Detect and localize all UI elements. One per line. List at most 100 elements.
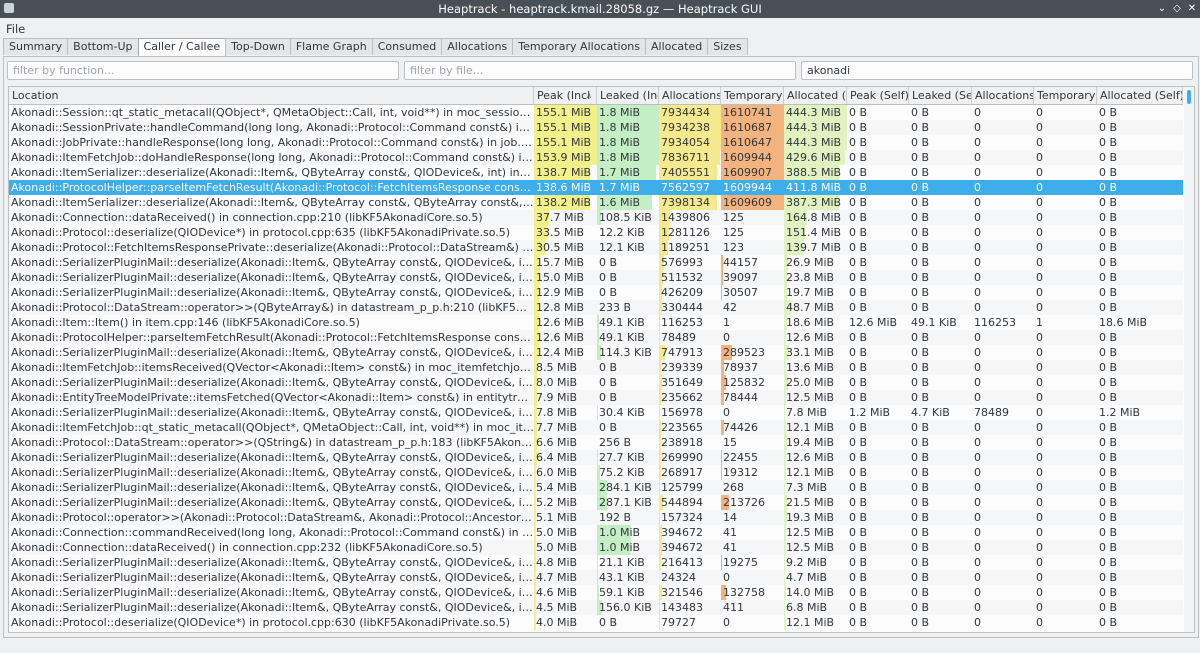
location-cell: Akonadi::ItemFetchJob::itemsReceived(QVe… (11, 361, 534, 374)
table-row[interactable]: Akonadi::Protocol::deserialize(QIODevice… (9, 225, 1183, 240)
tab-temporary-allocations[interactable]: Temporary Allocations (512, 38, 647, 55)
tab-consumed[interactable]: Consumed (371, 38, 443, 55)
caller-callee-table[interactable]: Location Peak (Incl ∧ Leaked (Inc Allocation… (8, 86, 1195, 633)
table-row[interactable]: Akonadi::ItemFetchJob::itemsReceived(QVe… (9, 360, 1183, 375)
value-cell: 0 B (1099, 301, 1118, 314)
value-cell: 0 (974, 526, 981, 539)
table-row[interactable]: Akonadi::SerializerPluginMail::deseriali… (9, 570, 1183, 585)
table-row[interactable]: Akonadi::EntityTreeModelPrivate::itemsFe… (9, 390, 1183, 405)
column-header[interactable]: Leaked (Sel (909, 87, 972, 104)
table-row[interactable]: Akonadi::Protocol::deserialize(QIODevice… (9, 615, 1183, 630)
value-cell: 394672 (659, 525, 721, 540)
table-row[interactable]: Akonadi::ProtocolHelper::parseItemFetchR… (9, 330, 1183, 345)
table-row[interactable]: Akonadi::Protocol::DataStream::operator>… (9, 435, 1183, 450)
tab-caller-callee[interactable]: Caller / Callee (137, 38, 227, 56)
value-cell: 0 (974, 391, 981, 404)
value-cell: 4.5 MiB (534, 600, 597, 615)
tab-bottom-up[interactable]: Bottom-Up (67, 38, 139, 55)
table-row[interactable]: Akonadi::SerializerPluginMail::deseriali… (9, 555, 1183, 570)
scrollbar-thumb[interactable] (1187, 90, 1191, 104)
tab-top-down[interactable]: Top-Down (225, 38, 291, 55)
value-cell: 0 B (911, 511, 930, 524)
table-row[interactable]: Akonadi::Item::Item() in item.cpp:146 (l… (9, 315, 1183, 330)
tab-summary[interactable]: Summary (3, 38, 69, 55)
value-cell: 14 (721, 510, 784, 525)
table-row[interactable]: Akonadi::SerializerPluginMail::deseriali… (9, 375, 1183, 390)
value-cell: 235662 (659, 390, 721, 405)
table-row[interactable]: Akonadi::Connection::commandReceived(lon… (9, 525, 1183, 540)
value-cell: 0 (974, 271, 981, 284)
table-row[interactable]: Akonadi::ItemSerializer::deserialize(Ako… (9, 195, 1183, 210)
table-row[interactable]: Akonadi::JobPrivate::handleResponse(long… (9, 135, 1183, 150)
table-row[interactable]: Akonadi::SerializerPluginMail::deseriali… (9, 495, 1183, 510)
table-row[interactable]: Akonadi::ItemFetchJob::qt_static_metacal… (9, 420, 1183, 435)
value-cell: 216413 (659, 555, 721, 570)
maximize-icon[interactable]: ◇ (1170, 2, 1184, 16)
tab-flame-graph[interactable]: Flame Graph (289, 38, 373, 55)
table-row[interactable]: Akonadi::SerializerPluginMail::deseriali… (9, 450, 1183, 465)
column-header[interactable]: Allocated (Self) (1097, 87, 1183, 104)
table-row[interactable]: Akonadi::SerializerPluginMail::deseriali… (9, 465, 1183, 480)
table-row[interactable]: Akonadi::SerializerPluginMail::deseriali… (9, 405, 1183, 420)
value-cell: 0 (974, 136, 981, 149)
value-cell: 75.2 KiB (597, 465, 659, 480)
value-cell: 238918 (659, 435, 721, 450)
table-row[interactable]: Akonadi::Connection::dataReceived() in c… (9, 210, 1183, 225)
value-cell: 268917 (659, 465, 721, 480)
tab-sizes[interactable]: Sizes (707, 38, 748, 55)
value-cell: 1609907 (721, 165, 784, 180)
value-cell: 0 (974, 616, 981, 629)
menu-file[interactable]: File (6, 22, 25, 36)
value-cell: 0 (1036, 556, 1043, 569)
column-header[interactable]: Temporary (1034, 87, 1097, 104)
module-filter-input[interactable] (801, 61, 1193, 80)
table-header: Location Peak (Incl ∧ Leaked (Inc Allocation… (9, 87, 1183, 105)
column-header[interactable]: Peak (Incl ∧ (534, 87, 597, 104)
column-header[interactable]: Leaked (Inc (597, 87, 659, 104)
function-filter-input[interactable] (7, 61, 399, 80)
table-row[interactable]: Akonadi::Connection::dataReceived() in c… (9, 540, 1183, 555)
column-header[interactable]: Location (9, 87, 534, 104)
column-header[interactable]: Allocations (659, 87, 721, 104)
table-row[interactable]: Akonadi::ItemFetchJob::doHandleResponse(… (9, 150, 1183, 165)
close-icon[interactable]: ✕ (1185, 2, 1199, 16)
table-row[interactable]: Akonadi::SerializerPluginMail::deseriali… (9, 255, 1183, 270)
table-row[interactable]: Akonadi::Protocol::operator>>(Akonadi::P… (9, 510, 1183, 525)
value-cell: 123 (721, 240, 784, 255)
value-cell: 0 B (911, 181, 930, 194)
table-row[interactable]: Akonadi::SerializerPluginMail::deseriali… (9, 480, 1183, 495)
value-cell: 0 B (1099, 196, 1118, 209)
minimize-icon[interactable]: ⌄ (1155, 2, 1169, 16)
value-cell: 0 B (849, 256, 868, 269)
value-cell: 0 B (849, 601, 868, 614)
value-cell: 0 B (911, 241, 930, 254)
table-row[interactable]: Akonadi::SerializerPluginMail::deseriali… (9, 600, 1183, 615)
column-header[interactable]: Allocated (In (784, 87, 847, 104)
value-cell: 0 B (1099, 571, 1118, 584)
value-cell: 48.7 MiB (784, 300, 847, 315)
value-cell: 387.3 MiB (784, 195, 847, 210)
table-row[interactable]: Akonadi::SerializerPluginMail::deseriali… (9, 285, 1183, 300)
value-cell: 0 B (849, 121, 868, 134)
tab-allocations[interactable]: Allocations (441, 38, 514, 55)
table-row[interactable]: Akonadi::SerializerPluginMail::deseriali… (9, 585, 1183, 600)
table-row[interactable]: Akonadi::ProtocolHelper::parseItemFetchR… (9, 180, 1183, 195)
value-cell: 0 B (911, 271, 930, 284)
table-row[interactable]: Akonadi::ItemSerializer::deserialize(Ako… (9, 165, 1183, 180)
table-row[interactable]: Akonadi::SerializerPluginMail::deseriali… (9, 345, 1183, 360)
vertical-scrollbar[interactable] (1184, 87, 1194, 632)
value-cell: 0 (1036, 136, 1043, 149)
table-row[interactable]: Akonadi::SerializerPluginMail::deseriali… (9, 270, 1183, 285)
tab-allocated[interactable]: Allocated (645, 38, 709, 55)
table-row[interactable]: Akonadi::Protocol::DataStream::operator>… (9, 300, 1183, 315)
table-row[interactable]: Akonadi::Protocol::FetchItemsResponsePri… (9, 240, 1183, 255)
value-cell: 0 B (597, 270, 659, 285)
file-filter-input[interactable] (404, 61, 796, 80)
column-header[interactable]: Allocations (972, 87, 1034, 104)
table-row[interactable]: Akonadi::SessionPrivate::handleCommand(l… (9, 120, 1183, 135)
column-header-label: Allocations (975, 89, 1034, 102)
column-header[interactable]: Peak (Self) (847, 87, 909, 104)
value-cell: 0 B (1099, 346, 1118, 359)
table-row[interactable]: Akonadi::Session::qt_static_metacall(QOb… (9, 105, 1183, 120)
column-header[interactable]: Temporary (721, 87, 784, 104)
